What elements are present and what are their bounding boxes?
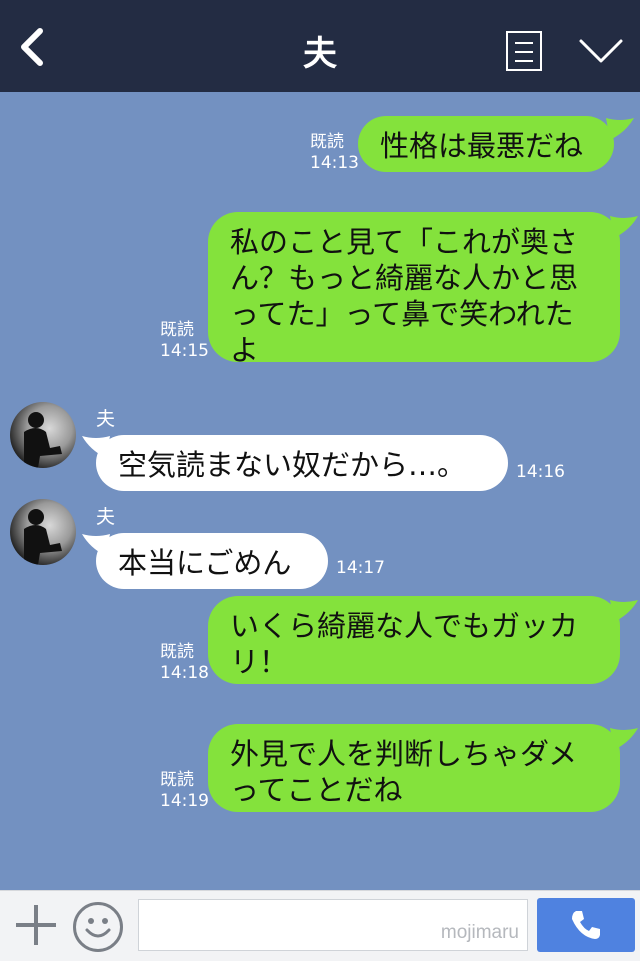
message-text: 性格は最悪だね xyxy=(380,129,584,163)
message-time: 14:16 xyxy=(516,462,565,482)
message-input[interactable]: mojimaru xyxy=(138,899,528,951)
composer-bar: mojimaru xyxy=(0,890,640,961)
bubble-tail xyxy=(610,600,638,622)
read-status: 既読 14:19 xyxy=(160,770,209,811)
message-bubble-sent[interactable]: 私のこと見て「これが奥さん？もっと綺麗な人かと思ってた」って鼻で笑われたよ xyxy=(208,212,620,367)
notes-button[interactable] xyxy=(506,31,542,71)
message-bubble-sent[interactable]: 性格は最悪だね xyxy=(358,116,614,172)
message-bubble-sent[interactable]: いくら綺麗な人でもガッカリ！ xyxy=(208,596,620,684)
message-bubble-sent[interactable]: 外見で人を判断しちゃダメってことだね xyxy=(208,724,620,812)
bubble-tail xyxy=(82,534,110,556)
chat-title: 夫 xyxy=(303,34,337,74)
sender-name: 夫 xyxy=(96,408,116,430)
person-silhouette-icon xyxy=(24,412,62,468)
message-bubble-received[interactable]: 本当にごめん xyxy=(96,533,328,589)
call-button[interactable] xyxy=(537,898,635,952)
person-silhouette-icon xyxy=(24,509,62,565)
sender-name: 夫 xyxy=(96,506,116,528)
phone-icon xyxy=(572,911,600,939)
message-bubble-received[interactable]: 空気読まない奴だから…。 xyxy=(96,435,508,491)
read-status: 既読 14:13 xyxy=(310,132,359,173)
chat-header: 夫 xyxy=(0,0,640,92)
message-time: 14:17 xyxy=(336,558,385,578)
bubble-tail xyxy=(610,216,638,238)
chevron-down-icon[interactable] xyxy=(578,36,624,66)
message-text: 外見で人を判断しちゃダメってことだね xyxy=(230,737,578,807)
message-text: 空気読まない奴だから…。 xyxy=(118,448,467,482)
message-list[interactable]: 既読 14:13 性格は最悪だね 既読 14:15 私のこと見て「これが奥さん？もっ… xyxy=(0,92,640,890)
smiley-icon[interactable] xyxy=(73,902,123,952)
avatar[interactable] xyxy=(10,402,76,468)
message-text: いくら綺麗な人でもガッカリ！ xyxy=(230,609,579,679)
plus-icon[interactable] xyxy=(14,903,58,947)
read-status: 既読 14:15 xyxy=(160,320,209,361)
bubble-tail xyxy=(606,118,634,140)
bubble-tail xyxy=(610,728,638,750)
avatar[interactable] xyxy=(10,499,76,565)
bubble-tail xyxy=(82,436,110,458)
message-text: 私のこと見て「これが奥さん？もっと綺麗な人かと思ってた」って鼻で笑われたよ xyxy=(230,225,579,367)
smiley-face xyxy=(85,918,111,938)
watermark: mojimaru xyxy=(440,922,519,943)
message-text: 本当にごめん xyxy=(118,546,292,580)
read-status: 既読 14:18 xyxy=(160,642,209,683)
